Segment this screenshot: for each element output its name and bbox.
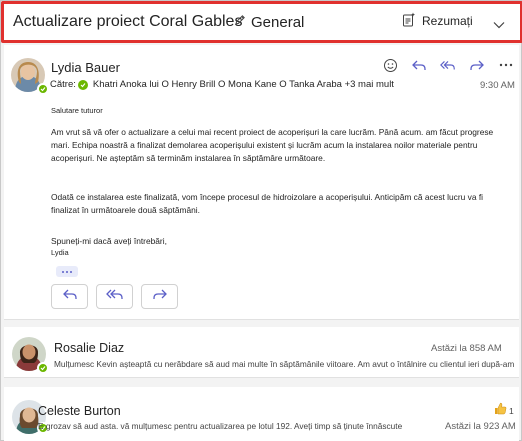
paragraph-2: Odată ce instalarea este finalizată, vom… [51,192,484,215]
message-body-paragraph: Odată ce instalarea este finalizată, vom… [51,191,511,217]
message-preview: Mulțumesc Kevin așteaptă cu nerăbdare să… [54,359,514,369]
message-time: Astăzi la 858 AM [431,343,502,354]
message-actions [382,57,514,73]
sender-name[interactable]: Celeste Burton [38,404,121,418]
reply-all-button[interactable] [96,284,133,309]
message-card-expanded: Lydia Bauer Către: Khatri Anoka lui O He… [4,45,519,320]
summary-sparkle-icon [402,12,416,30]
signature: Spuneți-mi dacă aveți întrebări, Lydia [51,235,511,258]
reply-icon [62,287,78,306]
conversation-title: Actualizare proiect Coral Gables [13,13,243,30]
message-body: Salutare tuturor [51,104,511,117]
paragraph-1: Am vrut să vă ofer o actualizare a celui… [51,127,494,163]
summarize-button[interactable]: Rezumați [402,12,473,30]
show-more-button[interactable] [56,266,78,277]
presence-available-icon [77,79,88,90]
conversation-pane: Actualizare proiect Coral Gables General… [0,0,522,441]
sign-line: Spuneți-mi dacă aveți întrebări, [51,236,167,246]
reply-icon[interactable] [411,57,427,73]
presence-available-icon [37,83,49,95]
message-time: Astăzi la 923 AM [445,421,516,432]
sender-name[interactable]: Lydia Bauer [51,60,120,75]
summarize-label: Rezumați [422,14,473,28]
reply-button[interactable] [51,284,88,309]
to-label: Către: [50,79,76,90]
reaction-badge[interactable]: 1 [494,402,514,420]
presence-available-icon [37,362,49,374]
pencil-icon [233,13,247,31]
sender-name[interactable]: Rosalie Diaz [54,341,124,355]
forward-button[interactable] [141,284,178,309]
message-card-collapsed[interactable]: Rosalie Diaz Astăzi la 858 AM Mulțumesc … [4,327,519,378]
reaction-count: 1 [509,406,514,416]
reply-all-icon [105,287,124,306]
emoji-icon[interactable] [382,57,398,73]
reply-toolbar [51,284,178,309]
greeting: Salutare tuturor [51,106,103,115]
message-preview: E grozav să aud asta. vă mulțumesc pentr… [38,421,403,431]
conversation-header: Actualizare proiect Coral Gables General… [1,1,522,43]
message-time: 9:30 AM [480,80,515,91]
channel-tag[interactable]: General [233,13,304,31]
recipients-line: Către: Khatri Anoka lui O Henry Brill O … [50,79,394,90]
message-body-paragraph: Am vrut să vă ofer o actualizare a celui… [51,126,511,165]
chevron-down-icon[interactable] [493,16,505,34]
message-card-collapsed[interactable]: Celeste Burton E grozav să aud asta. vă … [4,387,519,441]
thumbs-up-icon [494,402,507,420]
more-icon[interactable] [498,57,514,73]
forward-icon [152,287,168,306]
recipients-list[interactable]: Khatri Anoka lui O Henry Brill O Mona Ka… [93,79,394,90]
channel-label: General [251,13,305,31]
reply-all-icon[interactable] [440,57,456,73]
forward-icon[interactable] [469,57,485,73]
sign-name: Lydia [51,248,69,257]
